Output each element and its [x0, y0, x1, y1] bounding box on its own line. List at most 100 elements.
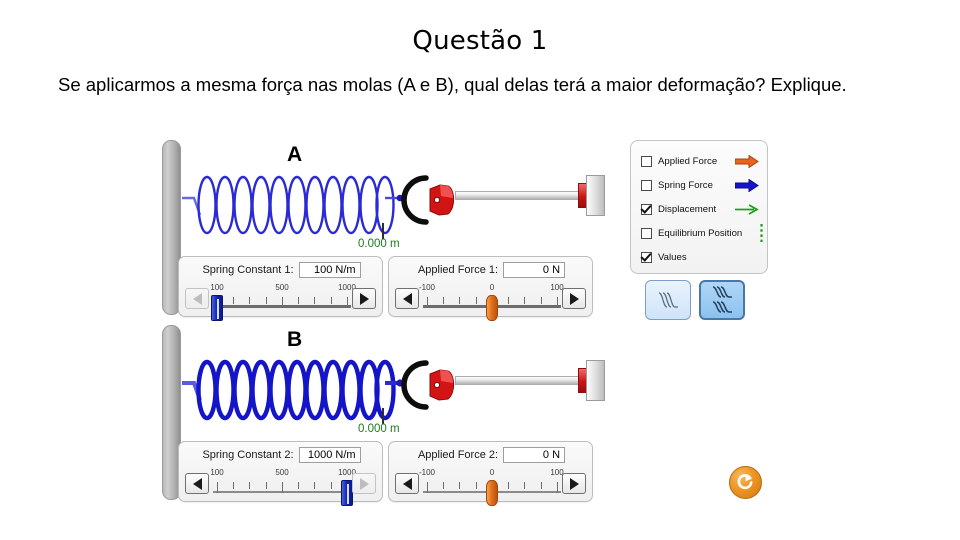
tick-mark [331, 482, 332, 489]
displacement-value-b: 0.000 m [358, 423, 400, 435]
rod-handle-plate-a[interactable] [586, 175, 605, 216]
tick-mark [443, 297, 444, 304]
spring-constant-1-control[interactable]: Spring Constant 1: 100 N/m 100 500 1000 [178, 256, 383, 321]
tick-label: 0 [489, 283, 495, 292]
spring-constant-1-ticklabels: 100 500 1000 [210, 283, 356, 293]
two-spring-mode-button[interactable] [699, 280, 745, 320]
tick-mark [541, 297, 542, 304]
tick-label: -100 [418, 283, 436, 292]
spring-constant-2-increment[interactable] [352, 473, 376, 494]
spring-constant-1-slider[interactable] [211, 294, 351, 321]
spring-constant-2-decrement[interactable] [185, 473, 209, 494]
checkbox-label-equilibrium-position: Equilibrium Position [658, 227, 743, 239]
left-triangle-icon [402, 292, 412, 305]
spring-constant-2-label: Spring Constant 2: [202, 449, 294, 461]
spring-constant-1-label: Spring Constant 1: [202, 264, 294, 276]
checkbox-label-applied-force: Applied Force [658, 155, 718, 167]
applied-force-1-ticklabels: -100 0 100 [419, 283, 564, 293]
tick-mark [476, 482, 477, 489]
checkbox-row-spring-force[interactable]: Spring Force [641, 173, 767, 197]
spring-constant-2-value[interactable]: 1000 N/m [298, 447, 361, 463]
orange-arrow-icon [735, 154, 759, 168]
spring-coil-a [182, 175, 404, 235]
applied-force-2-slider[interactable] [423, 479, 561, 506]
applied-force-2-increment[interactable] [562, 473, 586, 494]
spring-clamp-b[interactable] [424, 365, 458, 405]
tick-label: 500 [275, 283, 289, 292]
tick-mark [427, 297, 428, 308]
spring-constant-1-decrement[interactable] [185, 288, 209, 309]
displacement-tick-b [382, 408, 384, 424]
single-spring-mode-button[interactable] [645, 280, 691, 320]
tick-mark [249, 482, 250, 489]
applied-force-1-label: Applied Force 1: [417, 264, 499, 276]
applied-force-2-label: Applied Force 2: [417, 449, 499, 461]
slide-root: Questão 1 Se aplicarmos a mesma força na… [0, 0, 960, 540]
spring-constant-1-knob[interactable] [211, 295, 223, 321]
spring-constant-2-header: Spring Constant 2: 1000 N/m [179, 447, 384, 463]
tick-mark [249, 297, 250, 304]
tick-mark [331, 297, 332, 304]
spring-constant-2-ticklabels: 100 500 1000 [210, 468, 356, 478]
checkbox-row-displacement[interactable]: Displacement [641, 197, 767, 221]
checkbox-row-applied-force[interactable]: Applied Force [641, 149, 767, 173]
applied-force-2-header: Applied Force 2: 0 N [389, 447, 594, 463]
visibility-checkbox-panel: Applied Force Spring Force Displacement [630, 140, 768, 274]
rod-handle-plate-b[interactable] [586, 360, 605, 401]
applied-force-1-decrement[interactable] [395, 288, 419, 309]
tick-mark [557, 297, 558, 308]
checkbox-values[interactable] [641, 251, 652, 263]
tick-label: -100 [418, 468, 436, 477]
applied-force-2-decrement[interactable] [395, 473, 419, 494]
tick-label: 100 [210, 283, 224, 292]
tick-mark [314, 297, 315, 304]
applied-force-2-control[interactable]: Applied Force 2: 0 N -100 0 100 [388, 441, 594, 506]
applied-force-1-knob[interactable] [486, 295, 498, 321]
applied-force-1-control[interactable]: Applied Force 1: 0 N -100 0 100 [388, 256, 593, 321]
tick-label: 100 [210, 468, 224, 477]
tick-mark [459, 482, 460, 489]
reset-circular-arrow-icon [737, 474, 753, 490]
checkbox-equilibrium-position[interactable] [641, 227, 652, 239]
tick-mark [508, 297, 509, 304]
applied-force-1-increment[interactable] [562, 288, 586, 309]
spring-constant-1-value[interactable]: 100 N/m [298, 262, 361, 278]
tick-mark [266, 297, 267, 304]
tick-mark [233, 482, 234, 489]
pull-rod-b[interactable] [455, 376, 580, 385]
applied-force-1-value[interactable]: 0 N [503, 262, 566, 278]
applied-force-2-knob[interactable] [486, 480, 498, 506]
applied-force-2-value[interactable]: 0 N [503, 447, 566, 463]
spring-clamp-a[interactable] [424, 180, 458, 220]
checkbox-row-equilibrium-position[interactable]: Equilibrium Position [641, 221, 767, 245]
applied-force-1-slider[interactable] [423, 294, 561, 321]
spring-constant-1-increment[interactable] [352, 288, 376, 309]
tick-mark [459, 297, 460, 304]
spring-coil-b [182, 359, 404, 421]
right-triangle-icon [569, 292, 579, 305]
checkbox-displacement[interactable] [641, 203, 652, 215]
green-dotted-line-icon [759, 224, 764, 242]
tick-mark [557, 482, 558, 493]
spring-constant-2-slider[interactable] [213, 479, 353, 506]
tick-mark [347, 297, 348, 308]
pull-rod-a[interactable] [455, 191, 580, 200]
blue-arrow-icon [735, 178, 759, 192]
displacement-tick-a [382, 223, 384, 239]
tick-mark [282, 482, 283, 493]
green-arrow-icon [735, 203, 759, 216]
right-triangle-icon [359, 292, 369, 305]
tick-mark [443, 482, 444, 489]
left-triangle-icon [192, 292, 202, 305]
checkbox-spring-force[interactable] [641, 179, 652, 191]
tick-mark [427, 482, 428, 493]
hookes-law-simulation: A 0.000 m Spring Constant 1: 100 N/m 100… [0, 0, 960, 540]
checkbox-label-values: Values [658, 251, 687, 263]
right-triangle-icon [359, 477, 369, 490]
tick-mark [314, 482, 315, 489]
tick-mark [298, 482, 299, 489]
spring-constant-2-control[interactable]: Spring Constant 2: 1000 N/m 100 500 1000 [178, 441, 384, 506]
checkbox-row-values[interactable]: Values [641, 245, 767, 269]
reset-all-button[interactable] [729, 466, 762, 499]
checkbox-applied-force[interactable] [641, 155, 652, 167]
